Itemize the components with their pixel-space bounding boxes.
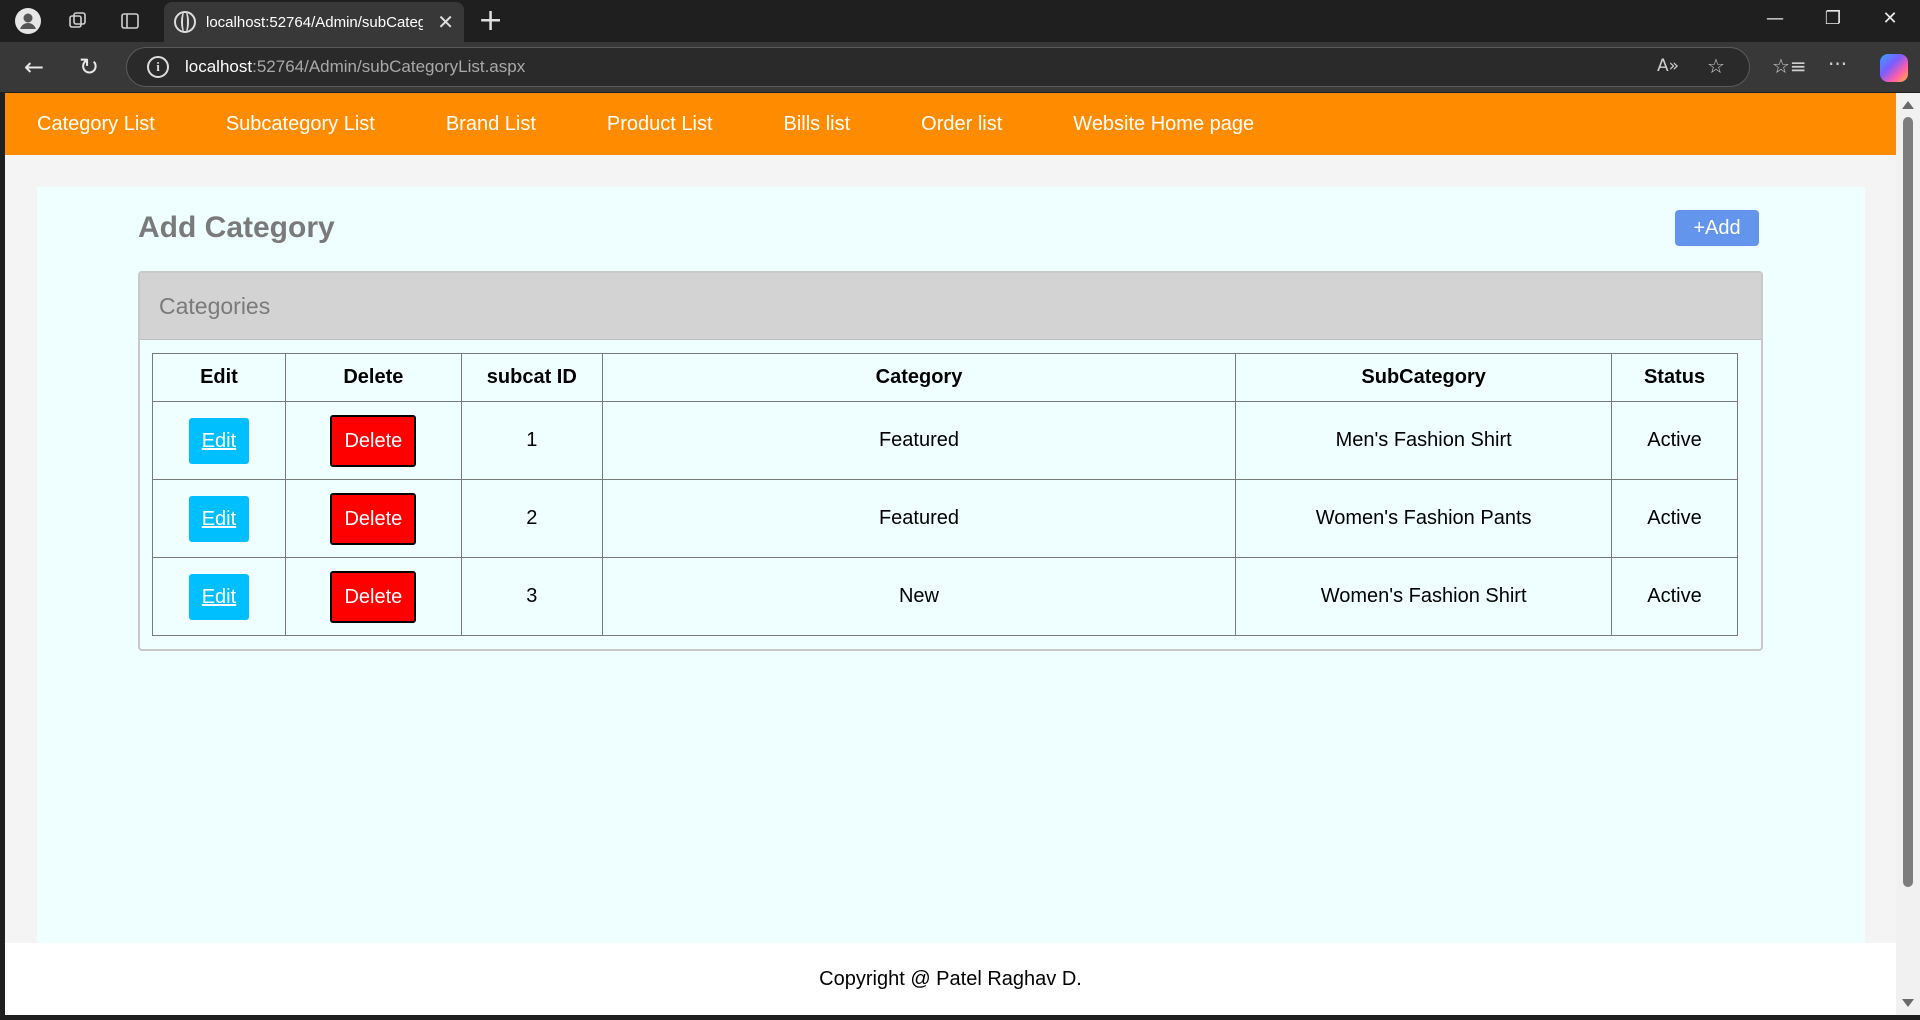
table-header-row: Edit Delete subcat ID Category SubCatego… [152,353,1738,402]
delete-button[interactable]: Delete [330,570,417,623]
scroll-thumb[interactable] [1903,117,1913,887]
edit-cell: Edit [152,479,286,558]
add-button[interactable]: +Add [1675,210,1759,246]
restore-icon[interactable]: ❐ [1813,8,1853,29]
more-menu-icon[interactable]: ··· [1828,52,1847,76]
nav-category-list[interactable]: Category List [37,113,155,136]
read-aloud-icon[interactable]: A» [1657,56,1679,76]
table-row: Edit Delete 1 Featured Men's Fashion Shi… [152,401,1738,480]
delete-cell: Delete [284,479,462,558]
nav-subcategory-list[interactable]: Subcategory List [226,113,375,136]
url-path: :52764/Admin/subCategoryList.aspx [252,57,526,76]
card-header: Categories [140,273,1761,340]
subcat-id-cell: 2 [460,479,603,558]
admin-nav: Category List Subcategory List Brand Lis… [5,93,1896,155]
browser-toolbar: ← ↻ i localhost:52764/Admin/subCategoryL… [0,42,1920,92]
table-row: Edit Delete 3 New Women's Fashion Shirt … [152,557,1738,636]
page-scrollbar[interactable] [1896,93,1920,1015]
edit-button[interactable]: Edit [188,573,250,620]
page-title: Add Category [138,211,335,244]
close-tab-icon[interactable]: ✕ [437,10,454,34]
globe-icon [174,11,196,33]
subcat-id-cell: 1 [460,401,603,480]
subcategory-cell: Women's Fashion Pants [1235,479,1613,558]
refresh-icon[interactable]: ↻ [71,51,107,83]
content-panel: Add Category +Add Categories Edit Delete… [37,187,1865,1015]
tab-actions-icon[interactable] [116,7,144,35]
browser-titlebar: localhost:52764/Admin/subCateg ✕ + — ❐ ✕ [0,0,1920,42]
edit-button[interactable]: Edit [188,417,250,464]
table-row: Edit Delete 2 Featured Women's Fashion P… [152,479,1738,558]
browser-tab-active[interactable]: localhost:52764/Admin/subCateg ✕ [164,2,464,42]
nav-brand-list[interactable]: Brand List [446,113,536,136]
subcategory-table: Edit Delete subcat ID Category SubCatego… [152,353,1738,636]
col-header-subcategory: SubCategory [1235,353,1613,402]
col-header-delete: Delete [284,353,462,402]
workspaces-icon[interactable] [64,7,92,35]
col-header-category: Category [601,353,1237,402]
url-text[interactable]: localhost:52764/Admin/subCategoryList.as… [185,57,525,77]
subcategory-cell: Men's Fashion Shirt [1235,401,1613,480]
col-header-edit: Edit [152,353,286,402]
delete-button[interactable]: Delete [330,414,417,467]
scroll-down-icon[interactable] [1902,999,1914,1007]
favorites-icon[interactable]: ☆≡ [1772,54,1807,78]
nav-product-list[interactable]: Product List [607,113,713,136]
edit-cell: Edit [152,557,286,636]
site-info-icon[interactable]: i [147,56,169,78]
status-cell: Active [1611,557,1738,636]
page-footer: Copyright @ Patel Raghav D. [5,943,1896,1015]
delete-cell: Delete [284,401,462,480]
nav-website-home[interactable]: Website Home page [1073,113,1254,136]
status-cell: Active [1611,479,1738,558]
category-cell: New [601,557,1237,636]
col-header-status: Status [1611,353,1738,402]
page-viewport: Category List Subcategory List Brand Lis… [5,93,1896,1015]
delete-button[interactable]: Delete [330,492,417,545]
edit-button[interactable]: Edit [188,495,250,542]
subcategory-cell: Women's Fashion Shirt [1235,557,1613,636]
nav-bills-list[interactable]: Bills list [784,113,851,136]
category-cell: Featured [601,479,1237,558]
minimize-icon[interactable]: — [1755,8,1795,29]
back-icon[interactable]: ← [16,51,52,83]
copilot-icon[interactable] [1880,54,1908,82]
close-window-icon[interactable]: ✕ [1870,8,1910,29]
categories-card: Categories Edit Delete subcat ID Categor… [138,271,1763,651]
delete-cell: Delete [284,557,462,636]
status-cell: Active [1611,401,1738,480]
new-tab-icon[interactable]: + [478,5,503,37]
address-bar[interactable]: i localhost:52764/Admin/subCategoryList.… [126,47,1750,87]
url-host: localhost [185,57,253,76]
subcat-id-cell: 3 [460,557,603,636]
category-cell: Featured [601,401,1237,480]
edit-cell: Edit [152,401,286,480]
profile-icon[interactable] [14,7,42,35]
tab-title: localhost:52764/Admin/subCateg [206,13,424,31]
nav-order-list[interactable]: Order list [921,113,1002,136]
scroll-up-icon[interactable] [1902,101,1914,109]
col-header-subcat-id: subcat ID [460,353,603,402]
favorite-star-icon[interactable]: ☆ [1707,54,1725,78]
